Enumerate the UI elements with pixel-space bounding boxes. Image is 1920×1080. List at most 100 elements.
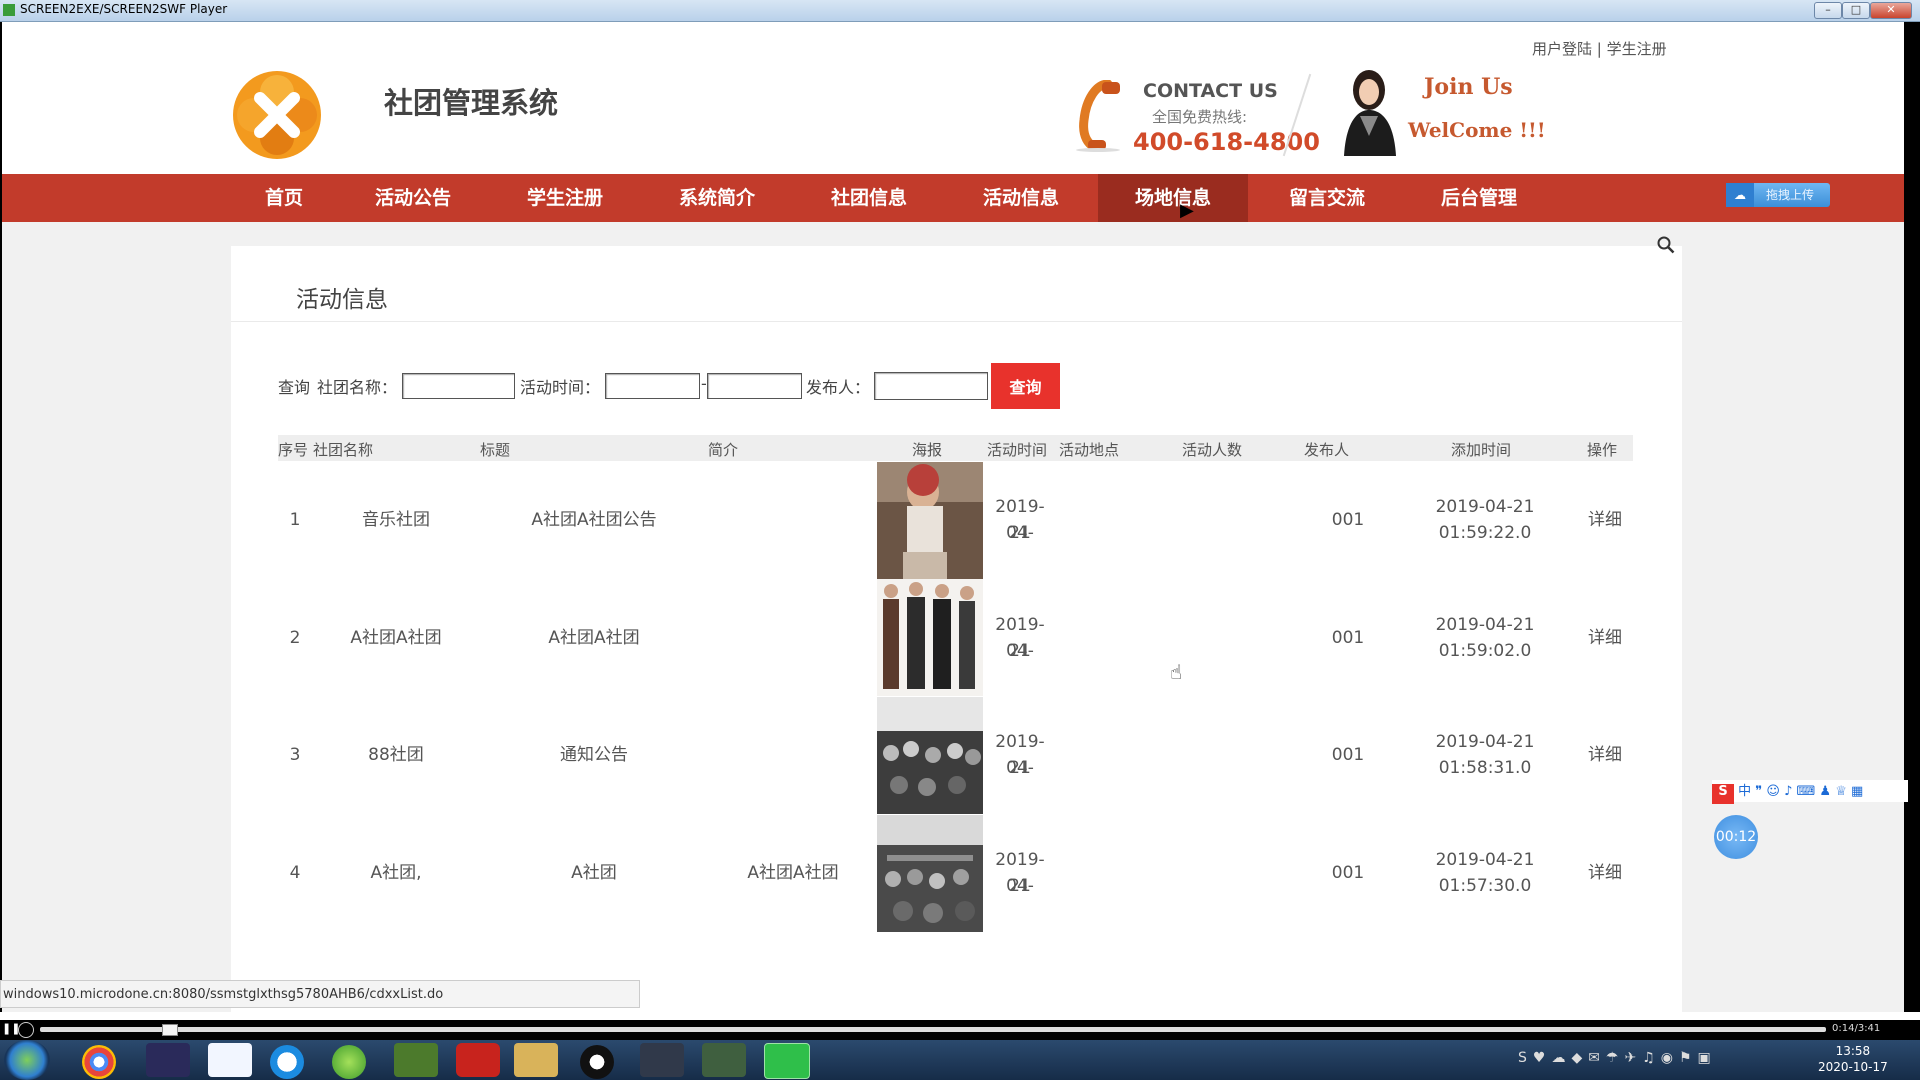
row-detail-link[interactable]: 详细 <box>1580 507 1630 533</box>
app-icon <box>3 4 15 16</box>
nav-system-intro[interactable]: 系统简介 <box>672 174 762 222</box>
row-date-part2: 21 <box>1009 758 1031 778</box>
row-poster-image[interactable] <box>877 697 983 814</box>
nav-student-register[interactable]: 学生注册 <box>520 174 610 222</box>
maximize-button[interactable]: □ <box>1842 2 1870 19</box>
taskbar-clock[interactable]: 13:58 2020-10-17 <box>1818 1043 1888 1075</box>
contact-subtitle: 全国免费热线: <box>1152 108 1248 126</box>
contact-title: CONTACT US <box>1143 80 1278 102</box>
club-name-input[interactable] <box>402 373 515 399</box>
row-detail-link[interactable]: 详细 <box>1580 625 1630 651</box>
eclipse-icon[interactable] <box>146 1043 190 1077</box>
window-title: SCREEN2EXE/SCREEN2SWF Player <box>20 2 228 16</box>
nav-activity-info[interactable]: 活动信息 <box>976 174 1066 222</box>
row-club: 88社团 <box>368 745 424 765</box>
clock-date: 2020-10-17 <box>1818 1060 1888 1074</box>
row-detail-link[interactable]: 详细 <box>1580 742 1630 768</box>
player-app-icon[interactable] <box>764 1043 810 1079</box>
model-image <box>1344 70 1396 156</box>
ime-tools-icon[interactable]: ❞ ☺ ♪ ⌨ ♟ ♕ ▦ <box>1755 784 1863 799</box>
status-url: windows10.microdone.cn:8080/ssmstglxthsg… <box>0 980 640 1008</box>
row-date-part2: 21 <box>1009 523 1031 543</box>
search-icon[interactable] <box>1657 236 1675 254</box>
nav-home[interactable]: 首页 <box>248 174 320 222</box>
flash-icon[interactable] <box>456 1043 500 1077</box>
site-logo[interactable] <box>232 70 322 160</box>
header-no: 序号 <box>278 441 309 459</box>
row-poster-image[interactable] <box>877 462 983 579</box>
window-title-bar: SCREEN2EXE/SCREEN2SWF Player – □ ✕ <box>0 0 1920 22</box>
row-added-time: 01:57:30.0 <box>1438 876 1532 896</box>
system-name: 社团管理系统 <box>384 86 559 120</box>
row-poster-image[interactable] <box>877 579 983 696</box>
close-button[interactable]: ✕ <box>1870 2 1912 19</box>
row-added-date: 2019-04-21 <box>1435 497 1535 517</box>
window-frame-right <box>1904 22 1920 1012</box>
ime-mode[interactable]: 中 <box>1738 784 1751 799</box>
header-publisher: 发布人 <box>1304 441 1350 459</box>
nav-venue-info[interactable]: 场地信息 <box>1098 174 1248 222</box>
row-added-time: 01:59:02.0 <box>1438 641 1532 661</box>
minimize-button[interactable]: – <box>1814 2 1842 19</box>
header-activity-time: 活动时间 <box>987 441 1048 459</box>
top-links: 用户登陆 | 学生注册 <box>1532 38 1667 59</box>
row-publisher: 001 <box>1331 510 1365 530</box>
hand-cursor-icon: ☝ <box>1170 660 1183 684</box>
row-publisher: 001 <box>1331 628 1365 648</box>
green-app-icon[interactable] <box>332 1045 366 1079</box>
row-publisher: 001 <box>1331 863 1365 883</box>
header-poster: 海报 <box>912 441 943 459</box>
publisher-label: 发布人： <box>806 378 871 397</box>
drag-upload-label: 拖拽上传 <box>1766 188 1815 202</box>
header-added-time: 添加时间 <box>1451 441 1512 459</box>
chart-app-icon[interactable] <box>394 1043 438 1077</box>
recorder-icon[interactable] <box>640 1043 684 1077</box>
mouse-cursor-icon: ▶ <box>1180 200 1194 221</box>
chrome-icon[interactable] <box>82 1045 116 1079</box>
header-club: 社团名称 <box>313 441 374 459</box>
nav-club-info[interactable]: 社团信息 <box>824 174 914 222</box>
settings-icon[interactable] <box>18 1022 34 1038</box>
tray-icons[interactable]: S♥☁◆✉☂✈♫◉⚑▣ <box>1518 1050 1717 1066</box>
wechat-icon[interactable] <box>702 1043 746 1077</box>
baidu-netdisk-icon[interactable] <box>208 1043 252 1077</box>
top-links-separator: | <box>1596 40 1602 58</box>
row-no: 1 <box>289 510 301 530</box>
header-count: 活动人数 <box>1182 441 1243 459</box>
ime-toolbar[interactable]: S 中 ❞ ☺ ♪ ⌨ ♟ ♕ ▦ <box>1712 780 1908 804</box>
pause-icon[interactable]: ❚❚ <box>2 1022 20 1036</box>
row-added-date: 2019-04-21 <box>1435 732 1535 752</box>
row-detail-link[interactable]: 详细 <box>1580 860 1630 886</box>
activity-time-end-input[interactable] <box>707 373 802 399</box>
seek-bar[interactable] <box>40 1027 1826 1032</box>
row-added-date: 2019-04-21 <box>1435 850 1535 870</box>
date-range-dash: - <box>701 374 707 393</box>
start-button[interactable] <box>4 1040 50 1080</box>
nav-message-board[interactable]: 留言交流 <box>1282 174 1372 222</box>
row-no: 2 <box>289 628 301 648</box>
row-club: 音乐社团 <box>362 510 430 530</box>
row-poster-image[interactable] <box>877 815 983 932</box>
file-explorer-icon[interactable] <box>514 1043 558 1077</box>
row-date-part2: 21 <box>1009 876 1031 896</box>
seek-handle[interactable] <box>162 1024 178 1036</box>
row-no: 4 <box>289 863 301 883</box>
row-title: A社团 <box>571 863 617 883</box>
club-name-label: 社团名称： <box>317 378 398 397</box>
page-title: 活动信息 <box>296 287 388 313</box>
nav-admin[interactable]: 后台管理 <box>1434 174 1524 222</box>
search-app-icon[interactable] <box>270 1045 304 1079</box>
nav-activity-announcement[interactable]: 活动公告 <box>368 174 458 222</box>
sogou-icon: S <box>1712 784 1734 804</box>
drag-upload-button[interactable]: ☁ 拖拽上传 <box>1726 183 1830 207</box>
row-title: 通知公告 <box>560 745 628 765</box>
login-link[interactable]: 用户登陆 <box>1532 40 1592 58</box>
row-club: A社团, <box>370 863 422 883</box>
register-link[interactable]: 学生注册 <box>1607 40 1667 58</box>
query-button[interactable]: 查询 <box>991 363 1060 409</box>
activity-time-start-input[interactable] <box>605 373 700 399</box>
publisher-input[interactable] <box>874 372 988 400</box>
qq-icon[interactable] <box>580 1045 614 1079</box>
phone-icon <box>1076 80 1120 152</box>
header-intro: 简介 <box>708 441 739 459</box>
